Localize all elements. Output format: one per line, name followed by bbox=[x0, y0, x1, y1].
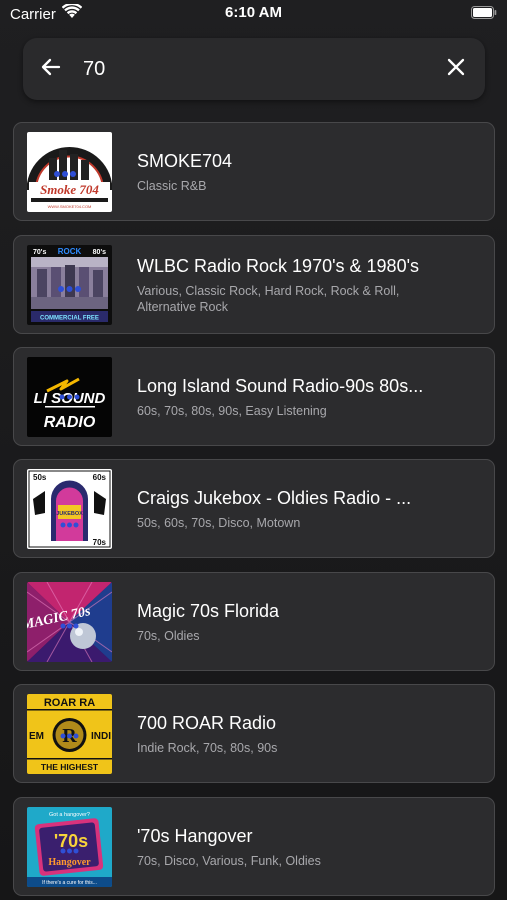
station-info: SMOKE704 Classic R&B bbox=[137, 123, 454, 220]
artwork-bottom: THE HIGHEST bbox=[41, 762, 99, 772]
station-name: 700 ROAR Radio bbox=[137, 712, 277, 733]
station-info: '70s Hangover 70s, Disco, Various, Funk,… bbox=[137, 798, 454, 895]
artwork-mid-right: INDI bbox=[91, 731, 111, 742]
search-bar bbox=[23, 38, 485, 100]
artwork-footer: COMMERCIAL FREE bbox=[40, 316, 99, 322]
station-artwork: 50s 60s JUKEBOX 70s bbox=[27, 469, 112, 549]
station-info: Magic 70s Florida 70s, Oldies bbox=[137, 573, 454, 670]
station-card-magic-70s-florida[interactable]: MAGIC 70s Magic 70s Florida 70s, Oldies bbox=[13, 572, 495, 671]
status-time: 6:10 AM bbox=[225, 4, 282, 21]
close-icon bbox=[446, 57, 466, 82]
artwork-text-mid: ROCK bbox=[58, 247, 82, 256]
station-artwork: 70's ROCK 80's COMMERCIAL FREE bbox=[27, 245, 112, 325]
station-artwork: Got a hangover? '70s Hangover If there's… bbox=[27, 807, 112, 887]
station-name: Craigs Jukebox - Oldies Radio - ... bbox=[137, 487, 412, 508]
station-genres: Various, Classic Rock, Hard Rock, Rock &… bbox=[137, 283, 400, 314]
station-card-long-island-sound[interactable]: LI SOUND RADIO Long Island Sound Radio-9… bbox=[13, 347, 495, 446]
station-artwork: LI SOUND RADIO bbox=[27, 357, 112, 437]
battery-icon bbox=[471, 6, 497, 19]
station-genres: Classic R&B bbox=[137, 178, 207, 193]
artwork-top: Got a hangover? bbox=[49, 812, 90, 818]
station-card-smoke704[interactable]: Smoke 704 WWW.SMOKE704.COM SMOKE704 Clas… bbox=[13, 122, 495, 221]
artwork-text-right: 80's bbox=[93, 249, 106, 256]
artwork-mid-left: EM bbox=[29, 731, 44, 742]
artwork-tag-br: 70s bbox=[93, 538, 107, 547]
station-card-craigs-jukebox[interactable]: 50s 60s JUKEBOX 70s Craigs Jukebox - Old… bbox=[13, 459, 495, 558]
artwork-big: '70s bbox=[54, 831, 88, 851]
artwork-footer: If there's a cure for this... bbox=[42, 880, 97, 886]
search-input[interactable] bbox=[79, 52, 447, 86]
station-name: Magic 70s Florida bbox=[137, 600, 280, 621]
artwork-top: ROAR RA bbox=[44, 697, 95, 709]
artwork-text: JUKEBOX bbox=[56, 511, 83, 517]
artwork-text-left: 70's bbox=[33, 249, 46, 256]
station-info: Craigs Jukebox - Oldies Radio - ... 50s,… bbox=[137, 460, 454, 557]
arrow-left-icon bbox=[39, 55, 63, 84]
clear-search-button[interactable] bbox=[443, 56, 469, 82]
station-artwork: ROAR RA R EM INDI THE HIGHEST bbox=[27, 694, 112, 774]
station-genres: 70s, Oldies bbox=[137, 628, 200, 643]
artwork-word: Hangover bbox=[48, 857, 91, 868]
station-genres: 70s, Disco, Various, Funk, Oldies bbox=[137, 853, 321, 868]
station-card-wlbc[interactable]: 70's ROCK 80's COMMERCIAL FREE WLBC Radi… bbox=[13, 235, 495, 334]
station-genres: 50s, 60s, 70s, Disco, Motown bbox=[137, 515, 301, 530]
station-info: WLBC Radio Rock 1970's & 1980's Various,… bbox=[137, 236, 454, 333]
station-info: 700 ROAR Radio Indie Rock, 70s, 80s, 90s bbox=[137, 685, 454, 782]
back-button[interactable] bbox=[37, 55, 65, 83]
station-name: '70s Hangover bbox=[137, 825, 253, 846]
artwork-tag-tl: 50s bbox=[33, 473, 47, 482]
station-genres: Indie Rock, 70s, 80s, 90s bbox=[137, 740, 278, 755]
station-artwork: MAGIC 70s bbox=[27, 582, 112, 662]
station-card-70s-hangover[interactable]: Got a hangover? '70s Hangover If there's… bbox=[13, 797, 495, 896]
artwork-text: Smoke 704 bbox=[40, 182, 99, 197]
artwork-line2: RADIO bbox=[44, 414, 96, 431]
station-name: SMOKE704 bbox=[137, 150, 233, 171]
station-name: Long Island Sound Radio-90s 80s... bbox=[137, 375, 424, 396]
station-artwork: Smoke 704 WWW.SMOKE704.COM bbox=[27, 132, 112, 212]
artwork-tag-tr: 60s bbox=[93, 473, 107, 482]
artwork-subtext: WWW.SMOKE704.COM bbox=[48, 204, 92, 209]
status-bar: Carrier 6:10 AM bbox=[0, 0, 507, 30]
station-card-700-roar-radio[interactable]: ROAR RA R EM INDI THE HIGHEST 700 ROAR R… bbox=[13, 684, 495, 783]
station-info: Long Island Sound Radio-90s 80s... 60s, … bbox=[137, 348, 454, 445]
station-name: WLBC Radio Rock 1970's & 1980's bbox=[137, 255, 420, 276]
station-genres: 60s, 70s, 80s, 90s, Easy Listening bbox=[137, 403, 327, 418]
